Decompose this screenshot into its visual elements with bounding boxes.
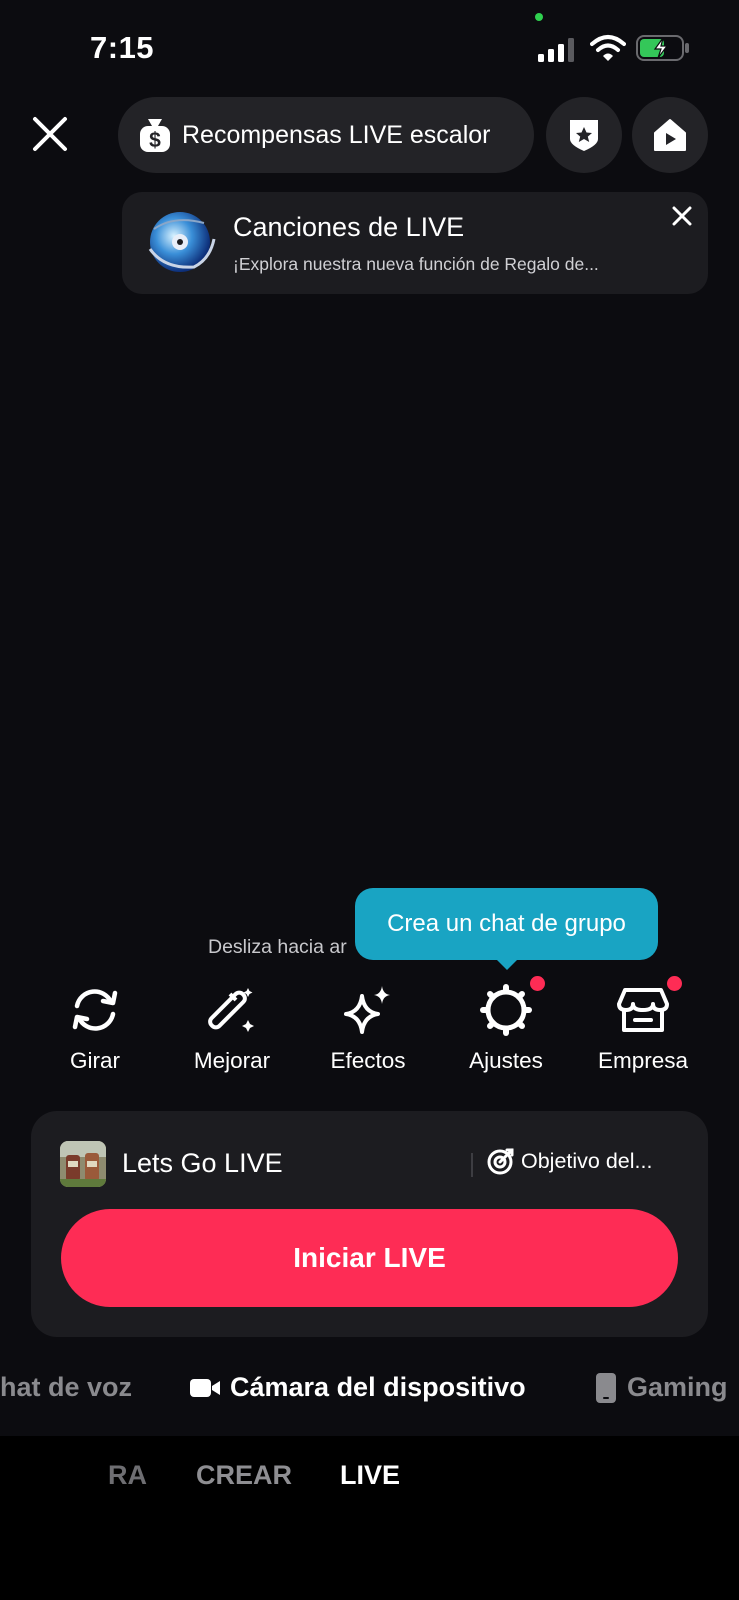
- tab-live[interactable]: LIVE: [340, 1460, 400, 1491]
- target-icon: [487, 1148, 514, 1175]
- badge-button[interactable]: [546, 97, 622, 173]
- tool-flip[interactable]: Girar: [35, 982, 155, 1082]
- mode-gaming[interactable]: Gaming: [595, 1372, 728, 1403]
- phone-icon: [596, 1372, 616, 1403]
- video-camera-icon: [190, 1378, 220, 1397]
- svg-text:$: $: [149, 129, 161, 152]
- mode-label: Gaming: [627, 1372, 728, 1402]
- clock: 7:15: [90, 30, 155, 65]
- magic-wand-icon: [208, 988, 254, 1032]
- tool-label: Ajustes: [469, 1048, 543, 1073]
- camera-indicator-dot: [535, 13, 543, 21]
- cellular-signal-icon: [538, 38, 574, 62]
- battery-icon: [636, 35, 689, 61]
- mode-voice-chat[interactable]: hat de voz: [0, 1372, 132, 1403]
- bottom-nav: RA CREAR LIVE: [0, 1436, 739, 1600]
- group-chat-tooltip[interactable]: Crea un chat de grupo: [355, 888, 658, 960]
- swipe-hint-text: Desliza hacia ar: [208, 936, 347, 958]
- home-play-icon: [654, 119, 686, 151]
- banner-title: Canciones de LIVE: [233, 212, 465, 242]
- close-icon: [672, 206, 692, 226]
- divider: [471, 1153, 473, 1177]
- tool-label: Mejorar: [193, 1048, 271, 1073]
- tab-camera[interactable]: RA: [108, 1460, 147, 1491]
- status-bar: 7:15: [0, 0, 739, 95]
- live-goal-button[interactable]: Objetivo del...: [487, 1147, 652, 1175]
- tool-label: Efectos: [330, 1048, 406, 1073]
- tool-business[interactable]: Empresa: [583, 976, 703, 1082]
- live-goal-label: Objetivo del...: [521, 1148, 653, 1173]
- tool-label: Empresa: [597, 1048, 689, 1073]
- banner-close-button[interactable]: [668, 202, 696, 230]
- banner-subtitle: ¡Explora nuestra nueva función de Regalo…: [233, 254, 599, 274]
- wifi-icon: [590, 35, 626, 61]
- tool-label: Girar: [70, 1048, 120, 1073]
- notification-dot: [667, 976, 682, 991]
- live-setup-card: Lets Go LIVE Objetivo del... Iniciar LIV…: [31, 1111, 708, 1337]
- live-home-button[interactable]: [632, 97, 708, 173]
- tooltip-arrow: [495, 958, 519, 970]
- flip-camera-icon: [72, 989, 118, 1031]
- close-icon: [33, 117, 67, 151]
- mode-device-camera[interactable]: Cámara del dispositivo: [190, 1372, 526, 1403]
- music-disc-icon: [148, 212, 216, 272]
- cover-thumbnail[interactable]: [60, 1141, 106, 1187]
- close-button[interactable]: [28, 112, 72, 156]
- tool-effects[interactable]: Efectos: [308, 982, 428, 1082]
- tool-settings[interactable]: Ajustes: [446, 976, 566, 1082]
- live-songs-banner[interactable]: Canciones de LIVE ¡Explora nuestra nueva…: [122, 192, 708, 294]
- live-rewards-label: Recompensas LIVE escalor: [182, 120, 491, 149]
- start-live-button[interactable]: Iniciar LIVE: [61, 1209, 678, 1307]
- notification-dot: [530, 976, 545, 991]
- sparkles-icon: [344, 986, 390, 1034]
- live-title-field[interactable]: Lets Go LIVE: [122, 1148, 283, 1179]
- shield-star-icon: [570, 120, 598, 151]
- mode-label: hat de voz: [0, 1372, 133, 1402]
- tool-enhance[interactable]: Mejorar: [172, 982, 292, 1082]
- money-bag-icon: $: [140, 119, 170, 152]
- live-rewards-button[interactable]: $ Recompensas LIVE escalor: [118, 97, 534, 173]
- tab-create[interactable]: CREAR: [196, 1460, 292, 1491]
- mode-label: Cámara del dispositivo: [230, 1372, 526, 1402]
- gear-icon: [480, 984, 532, 1036]
- store-icon: [617, 988, 669, 1032]
- cover-image: [60, 1141, 106, 1187]
